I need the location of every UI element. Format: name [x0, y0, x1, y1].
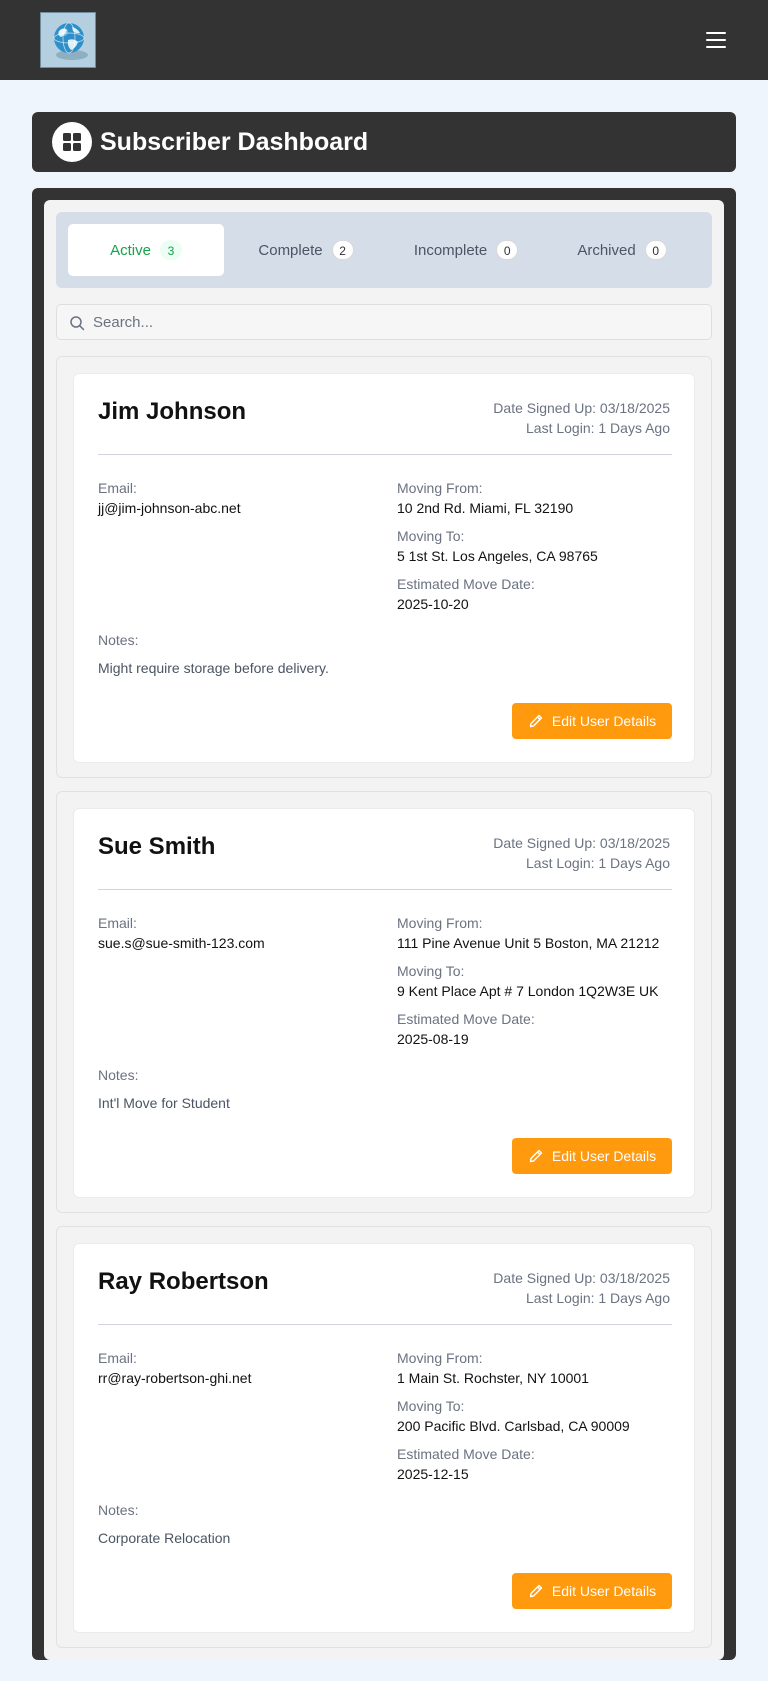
edit-user-details-button[interactable]: Edit User Details [512, 1573, 672, 1609]
email-label: Email: [98, 915, 137, 931]
tab-incomplete[interactable]: Incomplete 0 [388, 224, 544, 276]
page-title: Subscriber Dashboard [100, 128, 369, 156]
moving-to-label: Moving To: [397, 1398, 465, 1414]
subscriber-name: Ray Robertson [98, 1268, 269, 1295]
moving-from-value: 1 Main St. Rochster, NY 10001 [397, 1370, 589, 1386]
signed-up-date: Date Signed Up: 03/18/2025 [493, 835, 670, 851]
hamburger-menu-icon-line [706, 39, 726, 41]
notes-value: Int'l Move for Student [98, 1095, 230, 1111]
pencil-icon [529, 1149, 543, 1163]
subscriber-meta: Date Signed Up: 03/18/2025 Last Login: 1… [493, 1268, 670, 1308]
card-divider [98, 889, 672, 890]
email-value: sue.s@sue-smith-123.com [98, 935, 265, 951]
move-date-label: Estimated Move Date: [397, 1011, 535, 1027]
moving-from-label: Moving From: [397, 915, 483, 931]
move-date-label: Estimated Move Date: [397, 576, 535, 592]
moving-to-value: 5 1st St. Los Angeles, CA 98765 [397, 548, 598, 564]
pencil-icon [529, 1584, 543, 1598]
tab-label: Archived [577, 241, 636, 259]
search-bar [56, 304, 712, 340]
tab-complete[interactable]: Complete 2 [228, 224, 384, 276]
status-tabs: Active 3 Complete 2 Incomplete 0 Archive… [56, 212, 712, 288]
hamburger-menu-button[interactable] [700, 28, 732, 52]
last-login: Last Login: 1 Days Ago [526, 855, 670, 871]
move-date-value: 2025-08-19 [397, 1031, 469, 1047]
move-date-label: Estimated Move Date: [397, 1446, 535, 1462]
email-value: jj@jim-johnson-abc.net [98, 500, 241, 516]
edit-button-label: Edit User Details [551, 1148, 657, 1164]
subscriber-card: Jim Johnson Date Signed Up: 03/18/2025 L… [73, 373, 695, 763]
card-divider [98, 1324, 672, 1325]
subscriber-card: Ray Robertson Date Signed Up: 03/18/2025… [73, 1243, 695, 1633]
edit-button-label: Edit User Details [551, 713, 657, 729]
moving-to-label: Moving To: [397, 528, 465, 544]
notes-label: Notes: [98, 632, 139, 648]
last-login: Last Login: 1 Days Ago [526, 1290, 670, 1306]
signed-up-date: Date Signed Up: 03/18/2025 [493, 1270, 670, 1286]
hamburger-menu-icon-line [706, 46, 726, 48]
subscriber-name: Jim Johnson [98, 398, 247, 425]
edit-user-details-button[interactable]: Edit User Details [512, 703, 672, 739]
moving-to-value: 200 Pacific Blvd. Carlsbad, CA 90009 [397, 1418, 630, 1434]
globe-icon [41, 13, 95, 67]
tab-count-badge: 3 [159, 240, 182, 260]
subscriber-card: Sue Smith Date Signed Up: 03/18/2025 Las… [73, 808, 695, 1198]
moving-from-value: 111 Pine Avenue Unit 5 Boston, MA 21212 [397, 935, 660, 951]
card-divider [98, 454, 672, 455]
tab-archived[interactable]: Archived 0 [544, 224, 700, 276]
email-label: Email: [98, 1350, 137, 1366]
moving-to-label: Moving To: [397, 963, 465, 979]
tab-label: Complete [258, 241, 323, 259]
moving-from-value: 10 2nd Rd. Miami, FL 32190 [397, 500, 574, 516]
subscriber-card-wrapper: Sue Smith Date Signed Up: 03/18/2025 Las… [56, 791, 712, 1213]
tab-label: Active [110, 241, 151, 259]
notes-label: Notes: [98, 1502, 139, 1518]
move-date-value: 2025-12-15 [397, 1466, 469, 1482]
edit-user-details-button[interactable]: Edit User Details [512, 1138, 672, 1174]
tab-count-badge: 0 [644, 240, 667, 260]
moving-from-label: Moving From: [397, 480, 483, 496]
hamburger-menu-icon [706, 32, 726, 34]
globe-logo[interactable] [40, 12, 96, 68]
notes-value: Might require storage before delivery. [98, 660, 329, 676]
email-label: Email: [98, 480, 137, 496]
tab-count-badge: 0 [496, 240, 519, 260]
notes-label: Notes: [98, 1067, 139, 1083]
subscriber-meta: Date Signed Up: 03/18/2025 Last Login: 1… [493, 833, 670, 873]
signed-up-date: Date Signed Up: 03/18/2025 [493, 400, 670, 416]
pencil-icon [529, 714, 543, 728]
moving-from-label: Moving From: [397, 1350, 483, 1366]
notes-value: Corporate Relocation [98, 1530, 231, 1546]
subscriber-card-wrapper: Ray Robertson Date Signed Up: 03/18/2025… [56, 1226, 712, 1648]
subscriber-meta: Date Signed Up: 03/18/2025 Last Login: 1… [493, 398, 670, 438]
dashboard-header: Subscriber Dashboard [32, 112, 736, 172]
search-input[interactable] [93, 305, 703, 339]
search-icon [70, 316, 85, 331]
tab-active[interactable]: Active 3 [68, 224, 224, 276]
subscriber-name: Sue Smith [98, 833, 216, 860]
top-navbar [0, 0, 768, 80]
last-login: Last Login: 1 Days Ago [526, 420, 670, 436]
tab-label: Incomplete [413, 241, 488, 259]
subscriber-card-wrapper: Jim Johnson Date Signed Up: 03/18/2025 L… [56, 356, 712, 778]
email-value: rr@ray-robertson-ghi.net [98, 1370, 252, 1386]
edit-button-label: Edit User Details [551, 1583, 657, 1599]
moving-to-value: 9 Kent Place Apt # 7 London 1Q2W3E UK [397, 983, 659, 999]
dashboard-grid-icon [52, 122, 92, 162]
tab-count-badge: 2 [331, 240, 354, 260]
move-date-value: 2025-10-20 [397, 596, 469, 612]
